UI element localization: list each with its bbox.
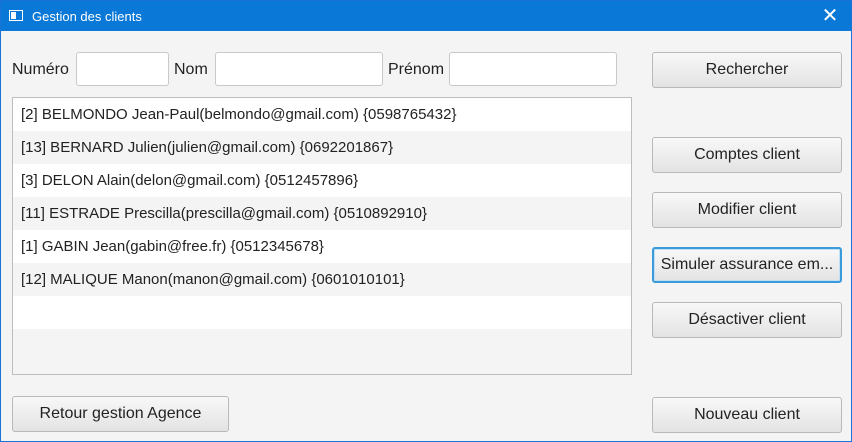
- list-item[interactable]: [11] ESTRADE Prescilla(prescilla@gmail.c…: [13, 197, 631, 230]
- search-button[interactable]: Rechercher: [652, 52, 842, 88]
- prenom-label: Prénom: [388, 61, 445, 78]
- deactivate-client-button[interactable]: Désactiver client: [652, 302, 842, 338]
- title-bar: Gestion des clients ✕: [1, 1, 851, 31]
- window-app-icon: [9, 10, 23, 21]
- close-icon[interactable]: ✕: [809, 1, 851, 31]
- client-management-window: Gestion des clients ✕ Numéro Nom Prénom …: [0, 0, 852, 442]
- client-accounts-button[interactable]: Comptes client: [652, 137, 842, 173]
- back-to-agency-button[interactable]: Retour gestion Agence: [12, 396, 229, 432]
- list-item[interactable]: [12] MALIQUE Manon(manon@gmail.com) {060…: [13, 263, 631, 296]
- simulate-insurance-button[interactable]: Simuler assurance em...: [652, 247, 842, 283]
- prenom-input[interactable]: [449, 52, 617, 86]
- edit-client-button[interactable]: Modifier client: [652, 192, 842, 228]
- new-client-button[interactable]: Nouveau client: [652, 397, 842, 433]
- list-item[interactable]: [1] GABIN Jean(gabin@free.fr) {051234567…: [13, 230, 631, 263]
- list-item[interactable]: [3] DELON Alain(delon@gmail.com) {051245…: [13, 164, 631, 197]
- list-item[interactable]: [2] BELMONDO Jean-Paul(belmondo@gmail.co…: [13, 98, 631, 131]
- nom-label: Nom: [174, 61, 208, 78]
- list-item[interactable]: [13, 296, 631, 329]
- numero-input[interactable]: [76, 52, 169, 86]
- list-item[interactable]: [13, 329, 631, 362]
- window-title: Gestion des clients: [32, 9, 142, 24]
- numero-label: Numéro: [12, 61, 69, 78]
- client-list[interactable]: [2] BELMONDO Jean-Paul(belmondo@gmail.co…: [12, 97, 632, 375]
- nom-input[interactable]: [215, 52, 383, 86]
- list-item[interactable]: [13] BERNARD Julien(julien@gmail.com) {0…: [13, 131, 631, 164]
